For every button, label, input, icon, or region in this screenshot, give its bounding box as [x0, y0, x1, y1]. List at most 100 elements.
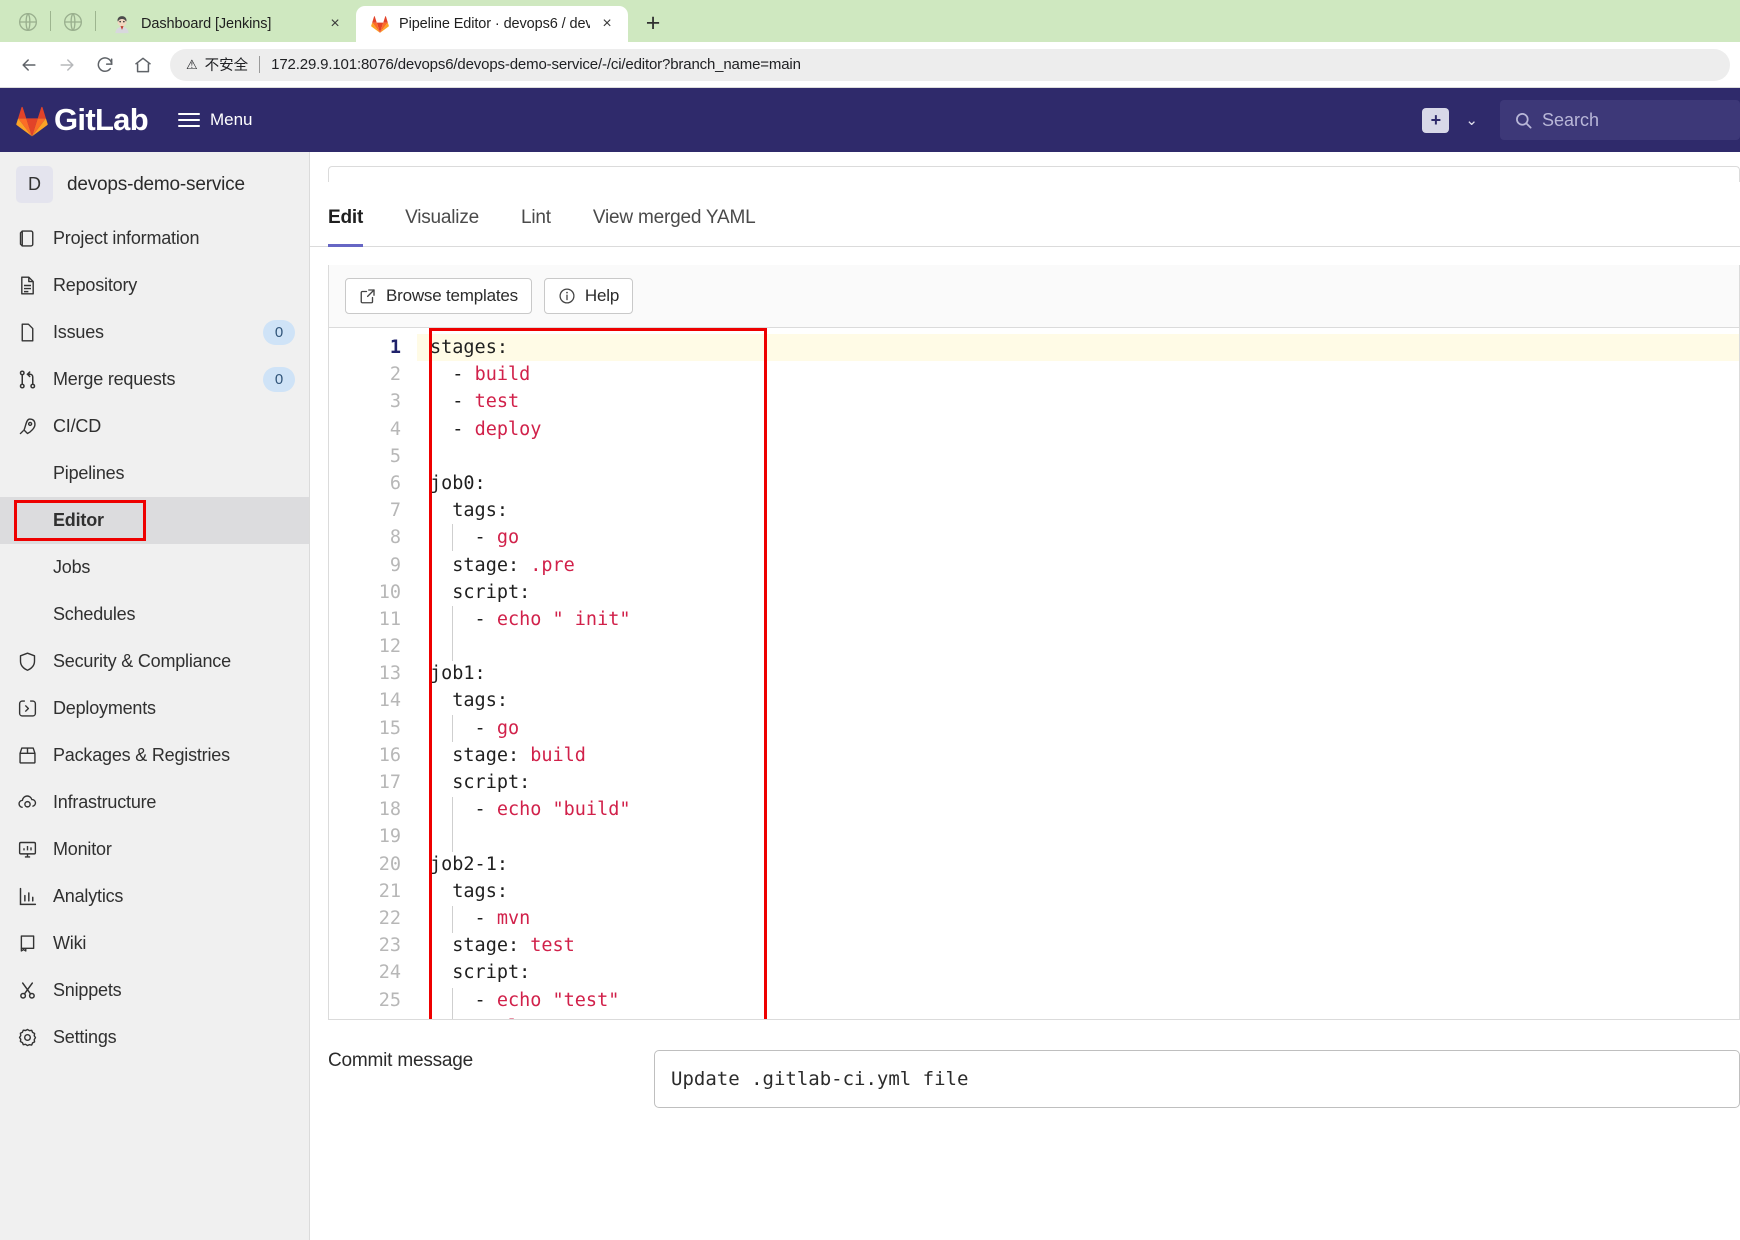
code-line[interactable]: - echo "test": [430, 987, 1739, 1014]
warning-triangle-icon: ⚠: [186, 56, 198, 72]
yaml-key-token: script:: [430, 962, 531, 984]
main-menu-button[interactable]: Menu: [177, 109, 253, 131]
line-number: 6: [389, 472, 401, 494]
code-line[interactable]: stage: build: [430, 742, 1739, 769]
tab-view-merged-yaml[interactable]: View merged YAML: [593, 207, 756, 247]
tab-nav-back-icon[interactable]: [15, 9, 41, 35]
sidebar-item-snippets[interactable]: Snippets: [0, 967, 309, 1014]
create-new-button[interactable]: +: [1422, 107, 1450, 133]
yaml-key-token: stage:: [430, 744, 531, 766]
browser-tab-pipeline-editor[interactable]: Pipeline Editor · devops6 / dev ×: [356, 6, 628, 42]
line-number: 10: [378, 581, 401, 603]
sidebar-item-label: Infrastructure: [53, 792, 157, 812]
sidebar-item-jobs[interactable]: Jobs: [0, 544, 309, 591]
tab-label: Visualize: [405, 207, 479, 228]
line-number: 8: [389, 527, 401, 549]
gear-icon: [16, 1027, 38, 1049]
sidebar-item-schedules[interactable]: Schedules: [0, 591, 309, 638]
home-icon[interactable]: [124, 46, 162, 84]
address-bar[interactable]: ⚠ 不安全 172.29.9.101:8076/devops6/devops-d…: [170, 48, 1730, 81]
sidebar-item-label: Schedules: [53, 604, 136, 624]
code-line[interactable]: stage: .pre: [430, 552, 1739, 579]
browse-templates-button[interactable]: Browse templates: [345, 278, 532, 314]
project-info-icon: [16, 228, 38, 250]
sidebar-item-merge-requests[interactable]: Merge requests 0: [0, 356, 309, 403]
tab-lint[interactable]: Lint: [521, 207, 551, 247]
search-input[interactable]: Search: [1500, 100, 1740, 140]
code-line[interactable]: - echo "build": [430, 796, 1739, 823]
issues-count-badge: 0: [263, 320, 295, 345]
chevron-down-icon[interactable]: ⌄: [1465, 111, 1478, 129]
code-line[interactable]: job1:: [430, 660, 1739, 687]
yaml-code-editor[interactable]: 1 2 3 4 5 6 7 8 9 10 11 12 13 14 15 16 17 18 19 20 21 22 23 24 2…: [328, 328, 1740, 1020]
not-secure-indicator[interactable]: ⚠ 不安全: [186, 54, 248, 75]
code-line[interactable]: - go: [430, 715, 1739, 742]
tab-visualize[interactable]: Visualize: [405, 207, 479, 247]
sidebar-item-monitor[interactable]: Monitor: [0, 826, 309, 873]
tab-nav-forward-icon[interactable]: [60, 9, 86, 35]
line-number: 16: [378, 744, 401, 766]
code-line[interactable]: - build: [430, 361, 1739, 388]
gitlab-wordmark: GitLab: [54, 102, 149, 137]
repository-icon: [16, 275, 38, 297]
code-line[interactable]: script:: [430, 769, 1739, 796]
sidebar-item-wiki[interactable]: Wiki: [0, 920, 309, 967]
code-line[interactable]: [430, 443, 1739, 470]
code-lines[interactable]: stages: - build - test - deploy job0: tag…: [417, 334, 1739, 1019]
code-line[interactable]: job2-1:: [430, 851, 1739, 878]
indent-guide: [452, 715, 453, 742]
help-button[interactable]: Help: [543, 278, 634, 314]
code-area[interactable]: 1 2 3 4 5 6 7 8 9 10 11 12 13 14 15 16 17 18 19 20 21 22 23 24 2…: [329, 328, 1739, 1019]
code-line[interactable]: - sleep 10: [430, 1014, 1739, 1019]
browser-tab-jenkins[interactable]: Dashboard [Jenkins] ×: [98, 6, 356, 42]
sidebar-item-security-compliance[interactable]: Security & Compliance: [0, 638, 309, 685]
project-name: devops-demo-service: [67, 173, 245, 195]
sidebar-item-deployments[interactable]: Deployments: [0, 685, 309, 732]
code-line[interactable]: tags:: [430, 878, 1739, 905]
code-line[interactable]: - test: [430, 388, 1739, 415]
back-icon[interactable]: [10, 46, 48, 84]
code-line[interactable]: [430, 633, 1739, 660]
close-icon[interactable]: ×: [324, 13, 346, 35]
sidebar-item-infrastructure[interactable]: Infrastructure: [0, 779, 309, 826]
forward-icon[interactable]: [48, 46, 86, 84]
tabstrip-divider-2: [95, 11, 96, 31]
yaml-key-token: -: [430, 527, 497, 549]
code-line[interactable]: - echo " init": [430, 606, 1739, 633]
sidebar-item-repository[interactable]: Repository: [0, 262, 309, 309]
project-header[interactable]: D devops-demo-service: [0, 152, 309, 215]
close-icon[interactable]: ×: [596, 13, 618, 35]
line-number: 21: [378, 880, 401, 902]
sidebar-item-analytics[interactable]: Analytics: [0, 873, 309, 920]
sidebar-item-editor[interactable]: Editor: [0, 497, 309, 544]
code-line[interactable]: tags:: [430, 497, 1739, 524]
reload-icon[interactable]: [86, 46, 124, 84]
yaml-value-token: .pre: [530, 554, 575, 576]
sidebar-item-settings[interactable]: Settings: [0, 1014, 309, 1061]
code-line[interactable]: stage: test: [430, 932, 1739, 959]
sidebar-item-pipelines[interactable]: Pipelines: [0, 450, 309, 497]
line-number: 13: [378, 663, 401, 685]
code-line[interactable]: script:: [430, 579, 1739, 606]
yaml-key-token: script:: [430, 772, 531, 793]
code-line[interactable]: stages:: [417, 334, 1739, 362]
code-line[interactable]: - mvn: [430, 905, 1739, 932]
tabstrip-divider-1: [50, 11, 51, 31]
sidebar-item-issues[interactable]: Issues 0: [0, 309, 309, 356]
code-line[interactable]: tags:: [430, 687, 1739, 714]
gitlab-home-link[interactable]: GitLab: [14, 102, 149, 138]
sidebar-item-ci-cd[interactable]: CI/CD: [0, 403, 309, 450]
code-line[interactable]: - deploy: [430, 416, 1739, 443]
line-number: 1: [389, 337, 401, 358]
code-line[interactable]: - go: [430, 524, 1739, 551]
new-tab-button[interactable]: +: [638, 8, 668, 38]
code-line[interactable]: script:: [430, 959, 1739, 986]
code-line[interactable]: job0:: [430, 470, 1739, 497]
code-line[interactable]: [430, 823, 1739, 850]
tab-edit[interactable]: Edit: [328, 207, 363, 247]
sidebar-item-project-information[interactable]: Project information: [0, 215, 309, 262]
commit-message-input[interactable]: Update .gitlab-ci.yml file: [654, 1050, 1740, 1108]
sidebar-item-packages-registries[interactable]: Packages & Registries: [0, 732, 309, 779]
sidebar-item-label: Editor: [53, 510, 104, 530]
line-number: 25: [378, 989, 401, 1011]
